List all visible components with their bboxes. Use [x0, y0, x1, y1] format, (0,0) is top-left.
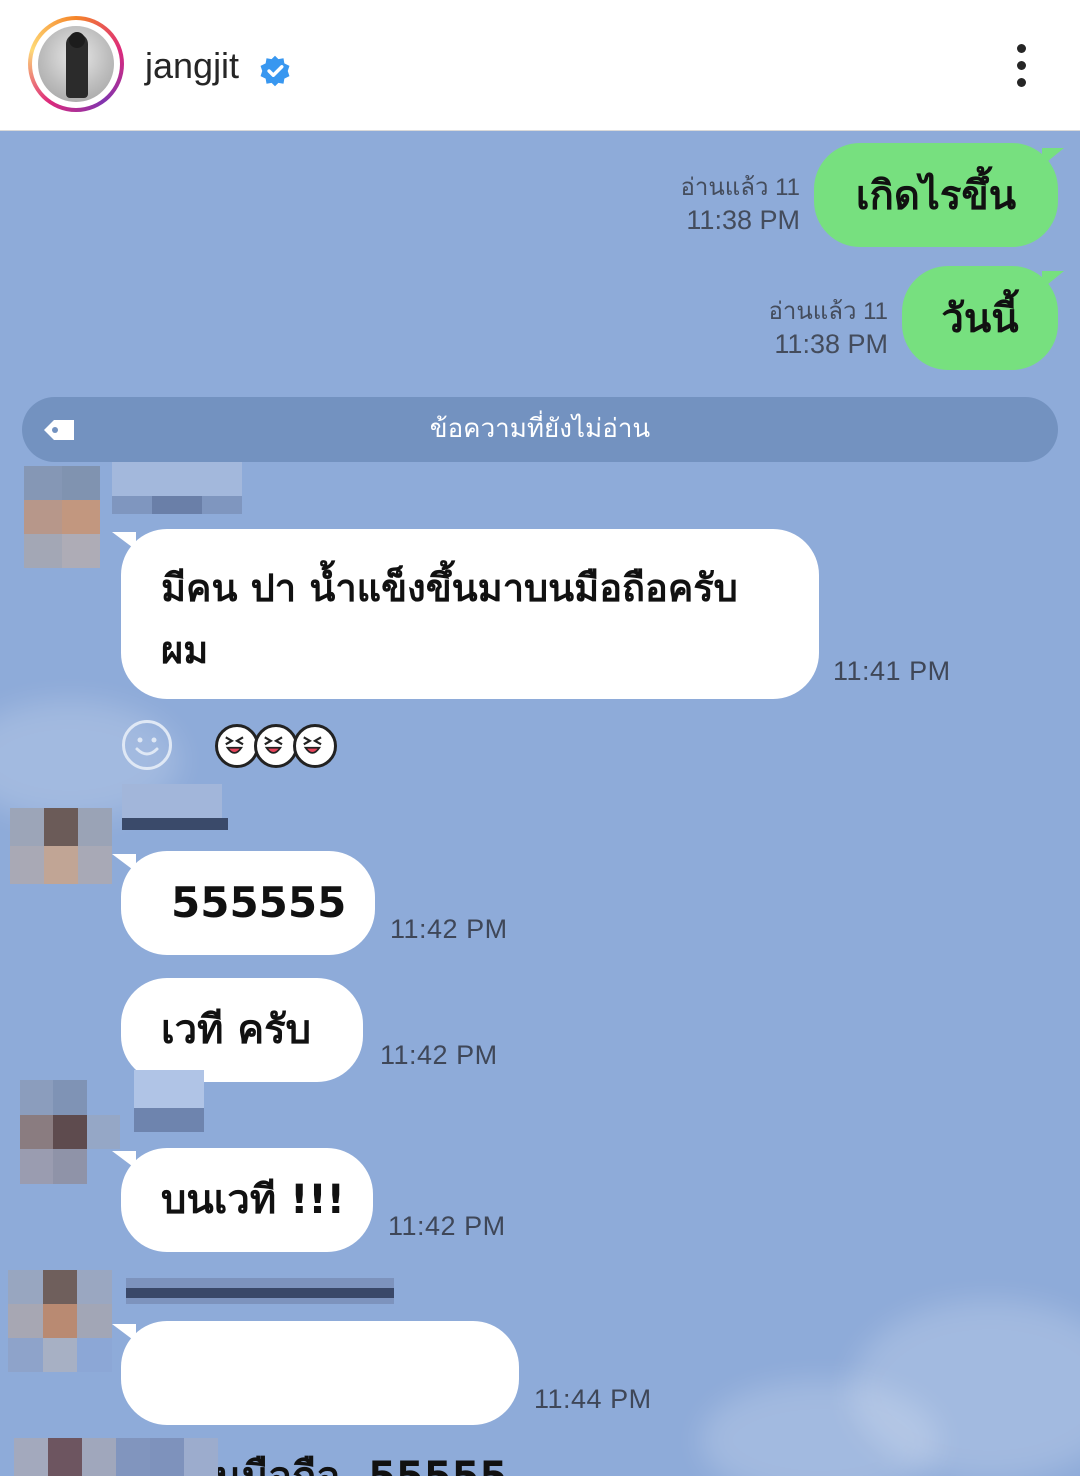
read-label: อ่านแล้ว 11 — [680, 174, 800, 201]
sender-avatar[interactable] — [8, 1270, 112, 1372]
add-reaction-icon[interactable] — [122, 720, 172, 770]
sender-avatar[interactable] — [14, 1438, 218, 1476]
received-message-bubble[interactable]: เวที ครับ — [121, 978, 363, 1082]
message-text: บนเวที !!! — [161, 1177, 345, 1223]
read-receipt: อ่านแล้ว 11 11:38 PM — [600, 172, 800, 236]
message-text-line: ผม — [161, 628, 209, 672]
profile-header: jangjit — [0, 0, 1080, 131]
message-time: 11:44 PM — [534, 1384, 652, 1414]
message-time: 11:42 PM — [390, 914, 508, 944]
sender-avatar[interactable] — [24, 466, 100, 568]
message-time: 11:42 PM — [388, 1211, 506, 1241]
read-label: อ่านแล้ว 11 — [768, 298, 888, 325]
received-message-bubble[interactable]: บนเวที !!! — [121, 1148, 373, 1252]
sender-avatar[interactable] — [10, 808, 112, 884]
sender-avatar[interactable] — [20, 1080, 120, 1184]
message-text: วันนี้ — [941, 296, 1019, 342]
unread-banner-text: ข้อความที่ยังไม่อ่าน — [429, 414, 651, 444]
username[interactable]: jangjit — [145, 44, 239, 88]
sender-name-blurred — [134, 1070, 204, 1132]
sender-name-blurred — [112, 462, 242, 514]
verified-badge-icon — [260, 55, 290, 87]
message-text: บนมือถือ 55555 — [189, 1454, 507, 1476]
sent-message-bubble[interactable]: วันนี้ — [902, 266, 1058, 370]
message-time: 11:41 PM — [833, 656, 951, 686]
message-text: เวที ครับ — [161, 1007, 312, 1053]
sender-name-blurred — [122, 784, 228, 832]
message-time: 11:42 PM — [380, 1040, 498, 1070]
laughing-face-icon — [215, 724, 259, 768]
read-receipt: อ่านแล้ว 11 11:38 PM — [688, 296, 888, 360]
message-time: 11:38 PM — [686, 205, 800, 235]
bubble-tail — [1042, 148, 1064, 166]
received-message-bubble[interactable]: บนมือถือ 55555 — [121, 1321, 519, 1476]
profile-avatar[interactable] — [28, 16, 124, 112]
laughing-face-icon — [254, 724, 298, 768]
received-message-bubble[interactable]: 555555 — [121, 851, 375, 955]
sent-message-bubble[interactable]: เกิดไรขึ้น — [814, 143, 1058, 247]
sender-name-blurred — [126, 1278, 394, 1304]
laughing-face-icon — [293, 724, 337, 768]
message-text-line: มีคน ปา น้ำแข็งขึ้นมาบนมือถือครับ — [161, 566, 738, 610]
message-text: 555555 — [171, 878, 347, 927]
received-message-bubble[interactable]: มีคน ปา น้ำแข็งขึ้นมาบนมือถือครับ ผม — [121, 529, 819, 699]
more-options-icon[interactable] — [1000, 40, 1044, 92]
message-time: 11:38 PM — [774, 329, 888, 359]
message-text: เกิดไรขึ้น — [855, 173, 1017, 219]
bubble-tail — [1042, 271, 1064, 289]
